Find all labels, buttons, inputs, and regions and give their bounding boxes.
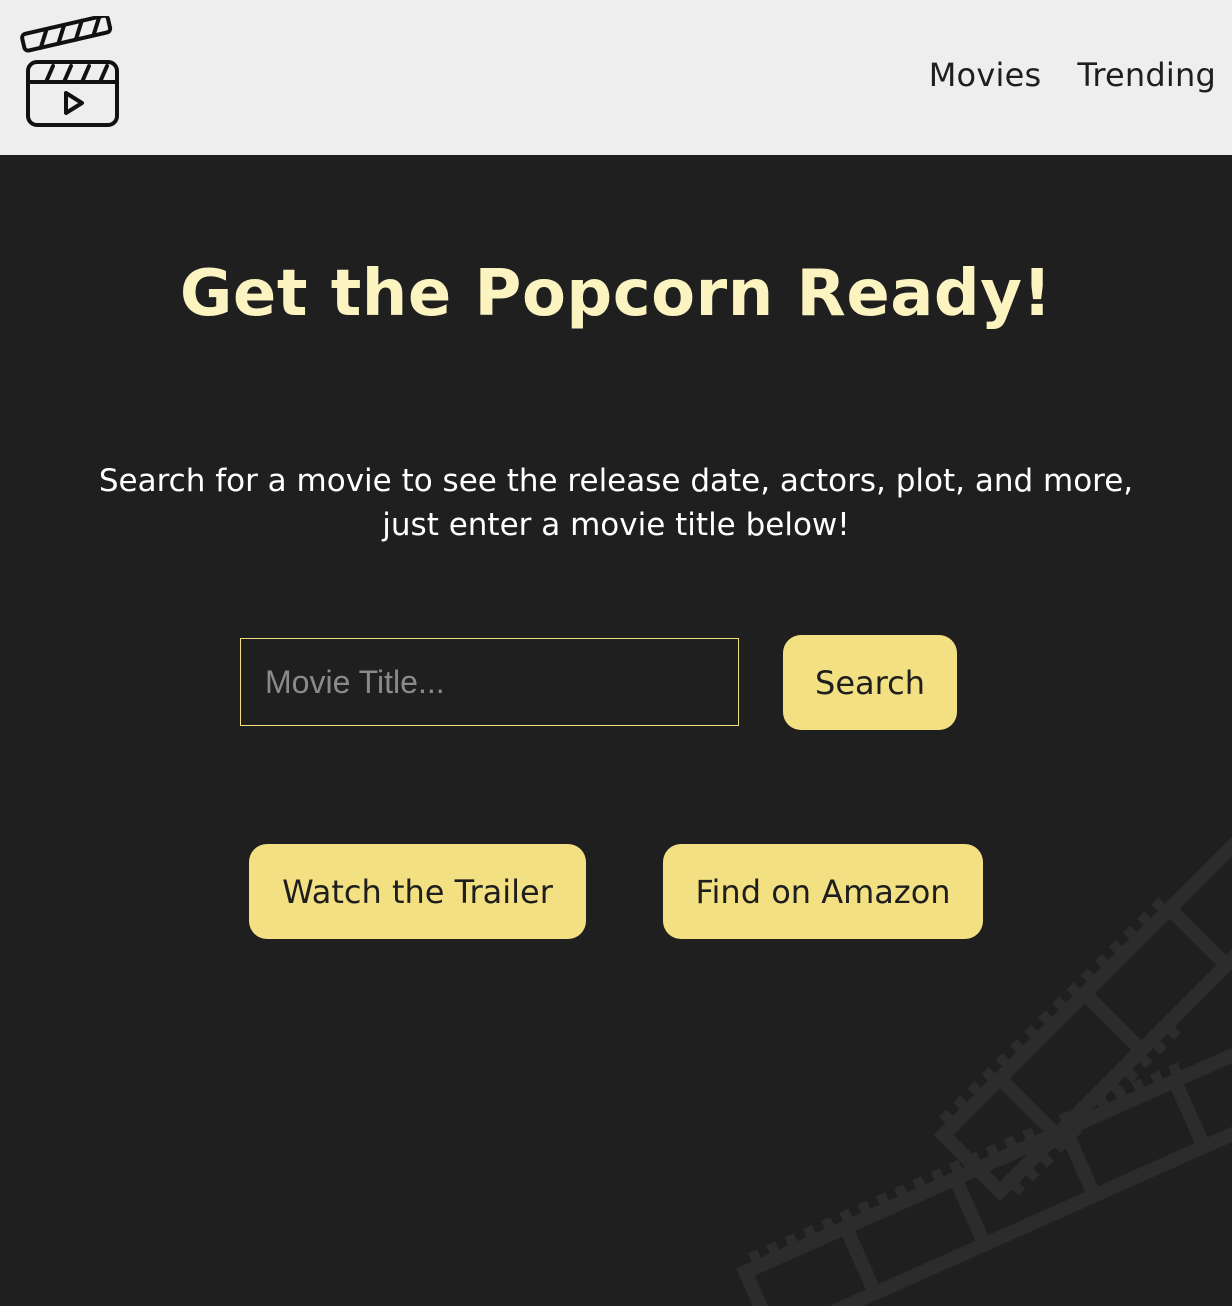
search-button[interactable]: Search <box>783 635 957 730</box>
page-subtitle: Search for a movie to see the release da… <box>98 463 1134 543</box>
hero-section: Get the Popcorn Ready! Search for a movi… <box>0 155 1232 1306</box>
nav-item-trending[interactable]: Trending <box>1077 56 1216 94</box>
main-nav: Movies Trending <box>929 56 1216 94</box>
movie-title-input[interactable] <box>240 638 739 726</box>
watch-trailer-button[interactable]: Watch the Trailer <box>249 844 586 939</box>
clapperboard-logo-icon[interactable] <box>20 13 120 128</box>
find-on-amazon-button[interactable]: Find on Amazon <box>663 844 983 939</box>
page-title: Get the Popcorn Ready! <box>179 257 1053 331</box>
nav-item-movies[interactable]: Movies <box>929 56 1042 94</box>
site-header: Movies Trending <box>0 0 1232 155</box>
